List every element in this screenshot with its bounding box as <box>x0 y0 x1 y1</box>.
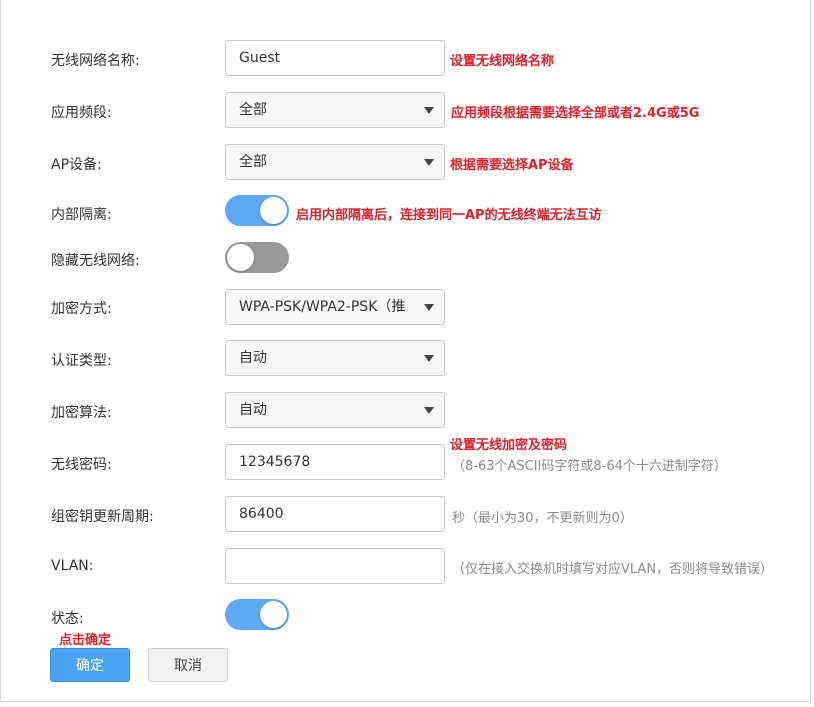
password-input[interactable] <box>225 444 445 480</box>
band-select[interactable]: 全部 <box>225 92 445 128</box>
ap-device-annotation: 根据需要选择AP设备 <box>450 158 574 173</box>
auth-type-label: 认证类型: <box>51 353 112 369</box>
status-label: 状态: <box>51 611 84 627</box>
toggle-knob <box>260 197 287 224</box>
password-label: 无线密码: <box>51 457 112 473</box>
ssid-annotation: 设置无线网络名称 <box>450 54 555 69</box>
ap-device-select[interactable]: 全部 <box>225 144 445 180</box>
isolation-toggle[interactable] <box>225 195 289 226</box>
encryption-select[interactable]: WPA-PSK/WPA2-PSK（推 <box>225 289 445 325</box>
ap-device-selected-value: 全部 <box>239 154 267 170</box>
isolation-label: 内部隔离: <box>51 207 112 223</box>
chevron-down-icon <box>424 355 434 362</box>
vlan-hint: （仅在接入交换机时填写对应VLAN，否则将导致错误） <box>452 562 774 577</box>
chevron-down-icon <box>424 304 434 311</box>
cipher-selected-value: 自动 <box>239 402 267 418</box>
cancel-button[interactable]: 取消 <box>148 648 228 682</box>
vlan-label: VLAN: <box>51 558 94 574</box>
group-key-hint: 秒（最小为30，不更新则为0） <box>452 511 633 526</box>
isolation-annotation: 启用内部隔离后，连接到同一AP的无线终端无法互访 <box>296 208 602 223</box>
hide-ssid-toggle[interactable] <box>225 242 289 273</box>
toggle-knob <box>227 244 254 271</box>
encryption-selected-value: WPA-PSK/WPA2-PSK（推 <box>239 299 406 315</box>
ssid-label: 无线网络名称: <box>51 53 140 69</box>
hide-ssid-label: 隐藏无线网络: <box>51 253 140 269</box>
band-label: 应用频段: <box>51 105 112 121</box>
confirm-button[interactable]: 确定 <box>50 648 130 682</box>
chevron-down-icon <box>424 107 434 114</box>
encryption-label: 加密方式: <box>51 301 112 317</box>
cipher-label: 加密算法: <box>51 405 112 421</box>
password-annotation: 设置无线加密及密码 <box>450 438 568 453</box>
ssid-input[interactable] <box>225 40 445 76</box>
confirm-annotation: 点击确定 <box>59 633 112 648</box>
group-key-input[interactable] <box>225 496 445 532</box>
toggle-knob <box>260 601 287 628</box>
cipher-select[interactable]: 自动 <box>225 392 445 428</box>
chevron-down-icon <box>424 159 434 166</box>
band-selected-value: 全部 <box>239 102 267 118</box>
group-key-label: 组密钥更新周期: <box>51 509 154 525</box>
chevron-down-icon <box>424 407 434 414</box>
band-annotation: 应用频段根据需要选择全部或者2.4G或5G <box>451 106 700 121</box>
password-hint: （8-63个ASCII码字符或8-64个十六进制字符） <box>452 459 727 474</box>
ap-device-label: AP设备: <box>51 157 102 173</box>
vlan-input[interactable] <box>225 548 445 584</box>
auth-type-select[interactable]: 自动 <box>225 340 445 376</box>
status-toggle[interactable] <box>225 599 289 630</box>
auth-type-selected-value: 自动 <box>239 350 267 366</box>
